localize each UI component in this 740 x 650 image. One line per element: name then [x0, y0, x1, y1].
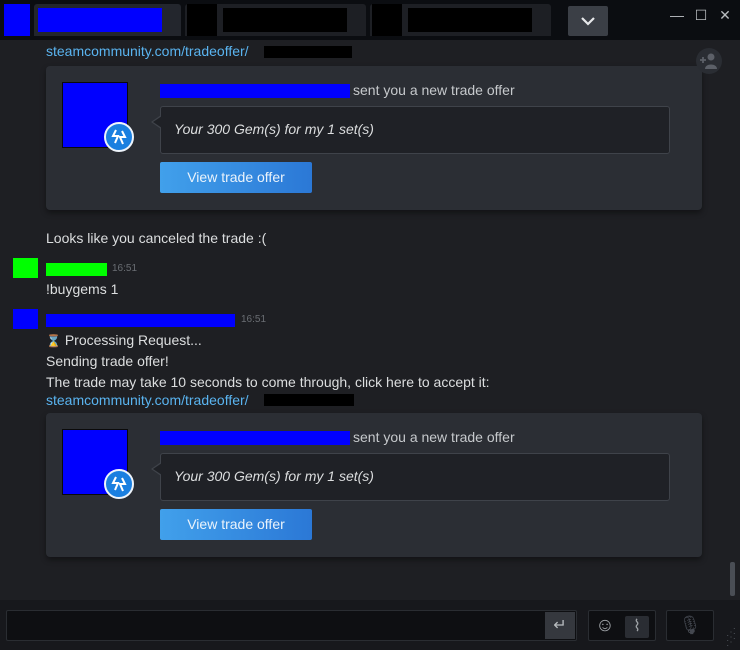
voice-icon[interactable]: 🎙 [666, 610, 714, 641]
chevron-down-icon [581, 17, 595, 26]
add-friend-icon[interactable] [696, 48, 722, 74]
message-timestamp: 16:51 [241, 314, 267, 325]
resize-grip-icon[interactable]: ⋰ ⋰ ⋰ [726, 628, 738, 648]
tab-chat-3[interactable] [370, 4, 551, 36]
maximize-icon[interactable]: ☐ [692, 6, 710, 24]
trade-link[interactable]: steamcommunity.com/tradeoffer/ [46, 42, 249, 60]
message-timestamp: 16:51 [112, 263, 138, 274]
trade-offer-sent-text: sent you a new trade offer [353, 82, 515, 98]
send-icon[interactable]: ↵ [545, 612, 575, 639]
message-text: Sending trade offer! [46, 353, 169, 369]
tab-bar: ✕ — ☐ ✕ [0, 0, 740, 40]
trade-offer-sent-text: sent you a new trade offer [353, 429, 515, 445]
bot-avatar [13, 309, 38, 329]
user-avatar [13, 258, 38, 278]
trade-offer-card: sent you a new trade offer Your 300 Gem(… [46, 413, 702, 557]
message-text: Looks like you canceled the trade :( [46, 230, 267, 246]
close-window-icon[interactable]: ✕ [716, 6, 734, 24]
chat-scrollbar[interactable] [728, 40, 740, 600]
redacted-tab-avatar [187, 4, 217, 36]
trade-offer-message: Your 300 Gem(s) for my 1 set(s) [151, 106, 670, 154]
minimize-icon[interactable]: — [668, 6, 686, 24]
redacted-tab-name [38, 8, 162, 32]
attach-icon[interactable]: ⌇ [625, 616, 649, 638]
view-trade-offer-button[interactable]: View trade offer [160, 162, 312, 193]
trade-offer-card: sent you a new trade offer Your 300 Gem(… [46, 66, 702, 210]
message-text: The trade may take 10 seconds to come th… [46, 374, 490, 390]
chat-log[interactable]: steamcommunity.com/tradeoffer/ sent you … [0, 40, 740, 600]
trade-swap-icon [104, 122, 134, 152]
redacted-tab-name [223, 8, 347, 32]
redacted-tab-avatar [372, 4, 402, 36]
tab-chat-1[interactable]: ✕ [34, 4, 210, 36]
tab-chat-2[interactable] [185, 4, 366, 36]
message-composer: ↵ ☺ ⌇ 🎙 [0, 600, 740, 650]
trade-swap-icon [104, 469, 134, 499]
redacted-link-id [264, 46, 352, 58]
processing-message: ⌛ Processing Request... [46, 332, 202, 348]
redacted-partner-name [160, 431, 350, 445]
scrollbar-thumb[interactable] [730, 562, 735, 596]
redacted-bot-name [46, 314, 235, 327]
redacted-user-name [46, 263, 107, 276]
trade-offer-message: Your 300 Gem(s) for my 1 set(s) [151, 453, 670, 501]
tab-dropdown-button[interactable] [568, 6, 608, 36]
composer-tools: ☺ ⌇ [588, 610, 656, 641]
trade-link[interactable]: steamcommunity.com/tradeoffer/ [46, 391, 249, 409]
hourglass-icon: ⌛ [46, 334, 61, 348]
emoji-icon[interactable]: ☺ [594, 615, 616, 637]
view-trade-offer-button[interactable]: View trade offer [160, 509, 312, 540]
redacted-partner-name [160, 84, 350, 98]
message-input[interactable] [6, 610, 577, 641]
message-text: !buygems 1 [46, 281, 119, 297]
redacted-tab-name [408, 8, 532, 32]
trade-offer-text: Your 300 Gem(s) for my 1 set(s) [174, 468, 374, 484]
redacted-link-id [264, 394, 354, 406]
trade-offer-text: Your 300 Gem(s) for my 1 set(s) [174, 121, 374, 137]
tab-avatar [4, 4, 30, 36]
